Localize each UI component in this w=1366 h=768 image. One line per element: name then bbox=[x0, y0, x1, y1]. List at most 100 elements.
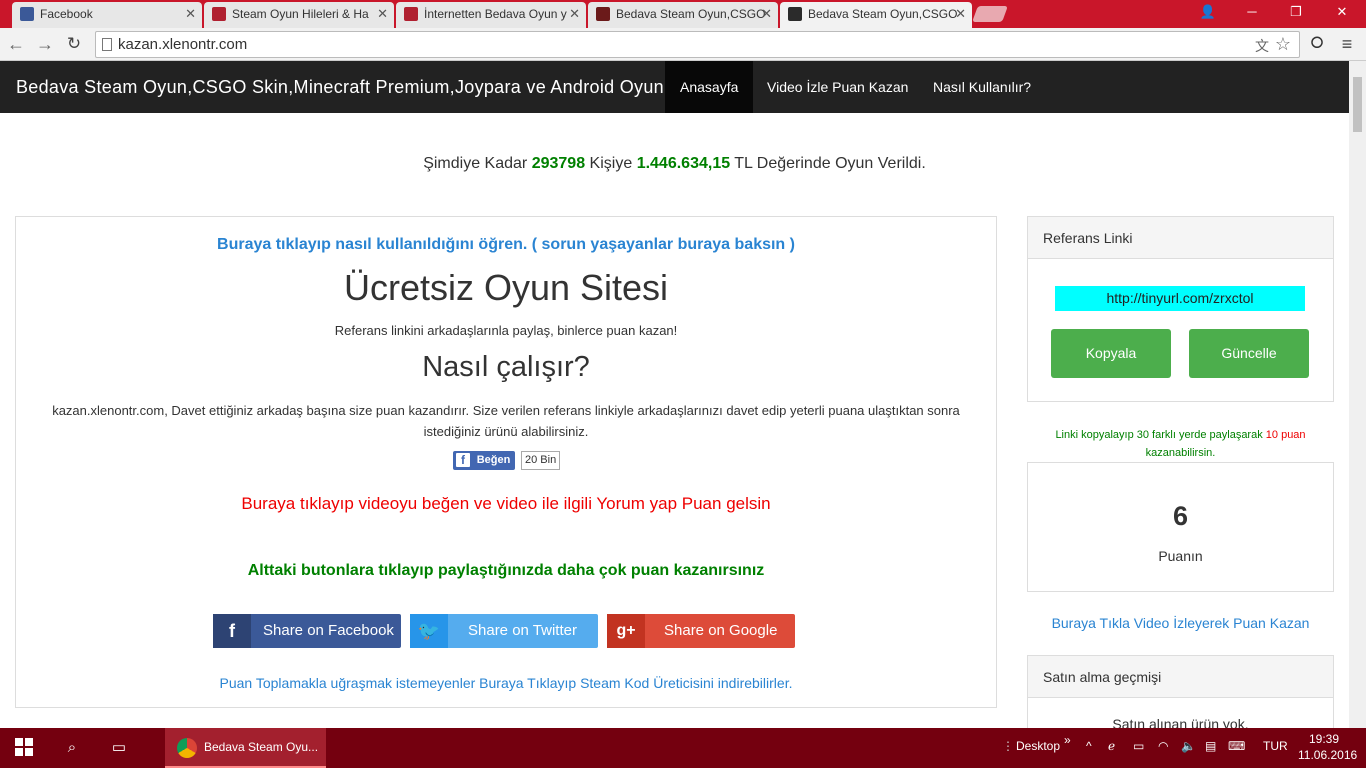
help-link[interactable]: Buraya tıklayıp nasıl kullanıldığını öğr… bbox=[16, 236, 996, 254]
points-panel: 6 Puanın bbox=[1027, 462, 1334, 592]
scrollbar-thumb[interactable] bbox=[1353, 77, 1362, 132]
ie-icon[interactable]: ℯ bbox=[1108, 739, 1115, 753]
windows-taskbar: ⌕ ▭ Bedava Steam Oyu... ⋮ Desktop » ^ ℯ … bbox=[0, 728, 1366, 768]
minimize-window-button[interactable]: ─ bbox=[1230, 0, 1274, 24]
stats-amount: 1.446.634,15 bbox=[636, 155, 731, 172]
google-plus-icon: g+ bbox=[607, 614, 645, 648]
battery-icon[interactable]: ▭ bbox=[1133, 739, 1144, 753]
reload-icon[interactable]: ↻ bbox=[62, 32, 86, 56]
wifi-icon[interactable]: ◠ bbox=[1158, 739, 1168, 753]
referral-panel: Referans Linki http://tinyurl.com/zrxcto… bbox=[1027, 216, 1334, 402]
address-bar[interactable]: kazan.xlenontr.com 文 ☆ bbox=[95, 31, 1300, 58]
stats-line: Şimdiye Kadar 293798 Kişiye 1.446.634,15… bbox=[0, 155, 1349, 173]
copy-button[interactable]: Kopyala bbox=[1051, 329, 1171, 378]
stats-mid: Kişiye bbox=[589, 155, 633, 172]
stats-prefix: Şimdiye Kadar bbox=[423, 155, 528, 172]
search-icon[interactable]: ⌕ bbox=[62, 738, 82, 758]
close-tab-icon[interactable]: ✕ bbox=[569, 2, 580, 26]
close-tab-icon[interactable]: ✕ bbox=[761, 2, 772, 26]
user-profile-icon[interactable]: 👤 bbox=[1186, 0, 1230, 24]
address-url: kazan.xlenontr.com bbox=[118, 36, 248, 53]
desktop-toolbar[interactable]: Desktop bbox=[1016, 739, 1060, 753]
close-window-button[interactable]: ✕ bbox=[1318, 0, 1366, 24]
tab-title: İnternetten Bedava Oyun y bbox=[424, 7, 567, 21]
keyboard-icon[interactable]: ⌨ bbox=[1228, 739, 1245, 753]
notification-icon[interactable]: ▤ bbox=[1205, 739, 1216, 753]
site-navbar: Bedava Steam Oyun,CSGO Skin,Minecraft Pr… bbox=[0, 61, 1349, 113]
translate-icon[interactable]: 文 bbox=[1255, 36, 1269, 56]
browser-tab-strip: Facebook ✕ Steam Oyun Hileleri & Ha ✕ İn… bbox=[0, 0, 1366, 29]
tab-title: Steam Oyun Hileleri & Ha bbox=[232, 7, 369, 21]
nav-anasayfa[interactable]: Anasayfa bbox=[665, 61, 754, 113]
video-link[interactable]: Buraya tıklayıp videoyu beğen ve video i… bbox=[16, 494, 996, 514]
share-title: Alttaki butonlara tıklayıp paylaştığınız… bbox=[247, 562, 765, 579]
chrome-menu-icon[interactable]: ≡ bbox=[1335, 32, 1359, 56]
share-facebook-button[interactable]: f Share on Facebook bbox=[213, 614, 401, 648]
site-brand[interactable]: Bedava Steam Oyun,CSGO Skin,Minecraft Pr… bbox=[16, 77, 685, 98]
browser-tab[interactable]: İnternetten Bedava Oyun y ✕ bbox=[396, 2, 586, 28]
browser-tab[interactable]: Facebook ✕ bbox=[12, 2, 202, 28]
browser-tab[interactable]: Steam Oyun Hileleri & Ha ✕ bbox=[204, 2, 394, 28]
sidebar-video-link[interactable]: Buraya Tıkla Video İzleyerek Puan Kazan bbox=[1027, 615, 1334, 631]
close-tab-icon[interactable]: ✕ bbox=[377, 2, 388, 26]
nav-nasil-kullanilir[interactable]: Nasıl Kullanılır? bbox=[918, 61, 1046, 113]
volume-icon[interactable]: 🔈 bbox=[1181, 739, 1196, 753]
share-twitter-button[interactable]: 🐦 Share on Twitter bbox=[410, 614, 598, 648]
twitter-bird-icon: 🐦 bbox=[410, 614, 448, 648]
expand-chevron-icon[interactable]: » bbox=[1064, 733, 1071, 747]
main-panel: Buraya tıklayıp nasıl kullanıldığını öğr… bbox=[15, 216, 997, 708]
nav-video-izle[interactable]: Video İzle Puan Kazan bbox=[752, 61, 923, 113]
stats-count: 293798 bbox=[531, 155, 586, 172]
close-tab-icon[interactable]: ✕ bbox=[185, 2, 196, 26]
share-google-button[interactable]: g+ Share on Google bbox=[607, 614, 795, 648]
taskbar-app-label: Bedava Steam Oyu... bbox=[204, 740, 319, 754]
stats-suffix: TL Değerinde Oyun Verildi. bbox=[734, 155, 926, 172]
how-title: Nasıl çalışır? bbox=[422, 351, 590, 383]
hint-points: 10 puan bbox=[1265, 429, 1306, 441]
referral-link-field[interactable]: http://tinyurl.com/zrxctol bbox=[1055, 286, 1305, 311]
show-hidden-icons[interactable]: ^ bbox=[1086, 739, 1092, 753]
share-twitter-label: Share on Twitter bbox=[468, 622, 577, 639]
history-panel-title: Satın alma geçmişi bbox=[1028, 656, 1333, 698]
input-language[interactable]: TUR bbox=[1263, 739, 1288, 753]
restore-window-button[interactable]: ❐ bbox=[1274, 0, 1318, 24]
points-value: 6 bbox=[1172, 501, 1189, 531]
opera-extension-icon[interactable]: ⭘ bbox=[1305, 32, 1329, 56]
hint-text-end: kazanabilirsin. bbox=[1145, 447, 1216, 459]
history-panel: Satın alma geçmişi Satın alınan ürün yok… bbox=[1027, 655, 1334, 728]
page-scrollbar[interactable] bbox=[1349, 61, 1366, 728]
back-arrow-icon[interactable]: ← bbox=[4, 32, 28, 56]
like-count: 20 Bin bbox=[521, 451, 561, 470]
browser-toolbar: ← → ↻ kazan.xlenontr.com 文 ☆ ⭘ ≡ bbox=[0, 28, 1366, 61]
clock-date[interactable]: 11.06.2016 bbox=[1298, 748, 1357, 762]
page-title: Ücretsiz Oyun Sitesi bbox=[343, 267, 669, 308]
facebook-like-button[interactable]: f Beğen bbox=[453, 451, 515, 470]
share-facebook-label: Share on Facebook bbox=[263, 622, 394, 639]
browser-tab-active[interactable]: Bedava Steam Oyun,CSGO ✕ bbox=[780, 2, 972, 29]
hint-text: Linki kopyalayıp 30 farklı yerde paylaşa… bbox=[1055, 429, 1263, 441]
taskbar-chrome-app[interactable]: Bedava Steam Oyu... bbox=[165, 728, 326, 768]
update-button[interactable]: Güncelle bbox=[1189, 329, 1309, 378]
task-view-icon[interactable]: ▭ bbox=[109, 738, 129, 758]
m-favicon-icon bbox=[404, 7, 418, 21]
page-icon bbox=[102, 38, 112, 51]
site-favicon-icon bbox=[596, 7, 610, 21]
bookmark-star-icon[interactable]: ☆ bbox=[1275, 34, 1291, 55]
how-text: kazan.xlenontr.com, Davet ettiğiniz arka… bbox=[52, 403, 960, 439]
referral-hint: Linki kopyalayıp 30 farklı yerde paylaşa… bbox=[1027, 426, 1334, 462]
facebook-favicon-icon bbox=[20, 7, 34, 21]
footer-download-link[interactable]: Puan Toplamakla uğraşmak istemeyenler Bu… bbox=[16, 675, 996, 691]
forward-arrow-icon[interactable]: → bbox=[33, 32, 57, 56]
new-tab-button[interactable] bbox=[972, 6, 1008, 22]
like-label: Beğen bbox=[476, 454, 511, 466]
close-tab-icon[interactable]: ✕ bbox=[955, 2, 966, 26]
site-favicon-icon bbox=[788, 7, 802, 21]
tab-title: Bedava Steam Oyun,CSGO bbox=[616, 7, 766, 21]
history-empty-text: Satın alınan ürün yok. bbox=[1112, 716, 1249, 728]
windows-start-icon[interactable] bbox=[14, 738, 34, 758]
points-label: Puanın bbox=[1158, 548, 1203, 564]
share-google-label: Share on Google bbox=[664, 622, 778, 639]
clock-time[interactable]: 19:39 bbox=[1309, 732, 1339, 746]
browser-tab[interactable]: Bedava Steam Oyun,CSGO ✕ bbox=[588, 2, 778, 28]
facebook-icon: f bbox=[213, 614, 251, 648]
